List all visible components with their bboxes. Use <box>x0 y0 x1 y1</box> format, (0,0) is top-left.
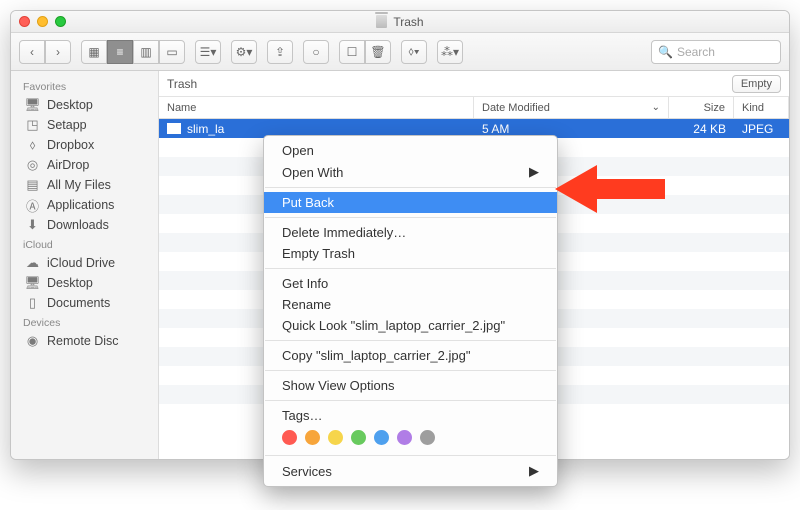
sidebar-section-icloud: iCloud <box>11 235 158 253</box>
desktop-icon: 🖥 <box>25 99 40 112</box>
sidebar-item-desktop[interactable]: 🖥Desktop <box>11 95 158 115</box>
menu-open-with[interactable]: Open With▶ <box>264 161 557 183</box>
allmyfiles-icon: ▤ <box>25 179 40 192</box>
col-date[interactable]: Date Modified⌄ <box>474 97 669 118</box>
minimize-button[interactable] <box>37 16 48 27</box>
search-placeholder: Search <box>677 45 715 59</box>
search-field[interactable]: 🔍 Search <box>651 40 781 64</box>
tags-button[interactable]: ○ <box>303 40 329 64</box>
col-kind[interactable]: Kind <box>734 97 789 118</box>
submenu-arrow-icon: ▶ <box>529 463 539 479</box>
tag-purple[interactable] <box>397 430 412 445</box>
separator <box>265 217 556 218</box>
menu-empty-trash[interactable]: Empty Trash <box>264 243 557 264</box>
menu-tags[interactable]: Tags… <box>264 405 557 426</box>
menu-quick-look[interactable]: Quick Look "slim_laptop_carrier_2.jpg" <box>264 315 557 336</box>
separator <box>265 400 556 401</box>
sidebar-section-favorites: Favorites <box>11 77 158 95</box>
view-columns-button[interactable]: ▥ <box>133 40 159 64</box>
context-menu: Open Open With▶ Put Back Delete Immediat… <box>263 135 558 487</box>
view-mode-buttons: ▦ ≡ ▥ ▭ <box>81 40 185 64</box>
applications-icon: Ⓐ <box>25 199 40 212</box>
dropbox-button[interactable]: ⬨▾ <box>401 40 427 64</box>
window-controls <box>19 16 66 27</box>
menu-open[interactable]: Open <box>264 140 557 161</box>
tag-color-row <box>264 426 557 451</box>
menu-copy[interactable]: Copy "slim_laptop_carrier_2.jpg" <box>264 345 557 366</box>
toolbar: ‹ › ▦ ≡ ▥ ▭ ☰▾ ⚙▾ ⇪ ○ ☐ 🗑 ⬨▾ ⁂▾ 🔍 Search <box>11 33 789 71</box>
chevron-down-icon: ⌄ <box>652 102 660 113</box>
arrange-button[interactable]: ☰▾ <box>195 40 221 64</box>
titlebar: Trash <box>11 11 789 33</box>
tag-gray[interactable] <box>420 430 435 445</box>
close-button[interactable] <box>19 16 30 27</box>
col-name[interactable]: Name <box>159 97 474 118</box>
sidebar-item-applications[interactable]: ⒶApplications <box>11 195 158 215</box>
menu-services[interactable]: Services▶ <box>264 460 557 482</box>
airdrop-icon: ◎ <box>25 159 40 172</box>
menu-rename[interactable]: Rename <box>264 294 557 315</box>
menu-get-info[interactable]: Get Info <box>264 273 557 294</box>
delete-button[interactable]: 🗑 <box>365 40 391 64</box>
sidebar-item-remotedisc[interactable]: ◉Remote Disc <box>11 331 158 351</box>
view-list-button[interactable]: ≡ <box>107 40 133 64</box>
tag-orange[interactable] <box>305 430 320 445</box>
sidebar-item-iclouddrive[interactable]: ☁iCloud Drive <box>11 253 158 273</box>
search-icon: 🔍 <box>658 45 673 59</box>
image-thumb-icon <box>167 123 181 134</box>
icloud-icon: ☁ <box>25 257 40 270</box>
separator <box>265 187 556 188</box>
sidebar-item-icloud-desktop[interactable]: 🖥Desktop <box>11 273 158 293</box>
sidebar-item-documents[interactable]: ▯Documents <box>11 293 158 313</box>
col-size[interactable]: Size <box>669 97 734 118</box>
view-gallery-button[interactable]: ▭ <box>159 40 185 64</box>
separator <box>265 268 556 269</box>
annotation-arrow <box>555 159 665 219</box>
connect-button[interactable]: ⁂▾ <box>437 40 463 64</box>
sidebar-item-allmyfiles[interactable]: ▤All My Files <box>11 175 158 195</box>
dropbox-icon: ⬨ <box>25 139 40 152</box>
separator <box>265 340 556 341</box>
sidebar-section-devices: Devices <box>11 313 158 331</box>
tag-red[interactable] <box>282 430 297 445</box>
sidebar: Favorites 🖥Desktop ◳Setapp ⬨Dropbox ◎Air… <box>11 71 159 459</box>
tag-yellow[interactable] <box>328 430 343 445</box>
tag-blue[interactable] <box>374 430 389 445</box>
submenu-arrow-icon: ▶ <box>529 164 539 180</box>
column-headers: Name Date Modified⌄ Size Kind <box>159 97 789 119</box>
setapp-icon: ◳ <box>25 119 40 132</box>
pathbar: Trash Empty <box>159 71 789 97</box>
disc-icon: ◉ <box>25 335 40 348</box>
downloads-icon: ⬇ <box>25 219 40 232</box>
new-folder-button[interactable]: ☐ <box>339 40 365 64</box>
forward-button[interactable]: › <box>45 40 71 64</box>
separator <box>265 370 556 371</box>
separator <box>265 455 556 456</box>
documents-icon: ▯ <box>25 297 40 310</box>
empty-trash-button[interactable]: Empty <box>732 75 781 93</box>
tag-green[interactable] <box>351 430 366 445</box>
window-title: Trash <box>393 15 423 29</box>
menu-show-view-options[interactable]: Show View Options <box>264 375 557 396</box>
desktop-icon: 🖥 <box>25 277 40 290</box>
share-button[interactable]: ⇪ <box>267 40 293 64</box>
location-label: Trash <box>167 77 197 91</box>
action-button[interactable]: ⚙▾ <box>231 40 257 64</box>
sidebar-item-downloads[interactable]: ⬇Downloads <box>11 215 158 235</box>
sidebar-item-dropbox[interactable]: ⬨Dropbox <box>11 135 158 155</box>
menu-delete-immediately[interactable]: Delete Immediately… <box>264 222 557 243</box>
view-icons-button[interactable]: ▦ <box>81 40 107 64</box>
zoom-button[interactable] <box>55 16 66 27</box>
menu-put-back[interactable]: Put Back <box>264 192 557 213</box>
back-button[interactable]: ‹ <box>19 40 45 64</box>
nav-buttons: ‹ › <box>19 40 71 64</box>
trash-icon <box>376 15 387 28</box>
sidebar-item-airdrop[interactable]: ◎AirDrop <box>11 155 158 175</box>
sidebar-item-setapp[interactable]: ◳Setapp <box>11 115 158 135</box>
